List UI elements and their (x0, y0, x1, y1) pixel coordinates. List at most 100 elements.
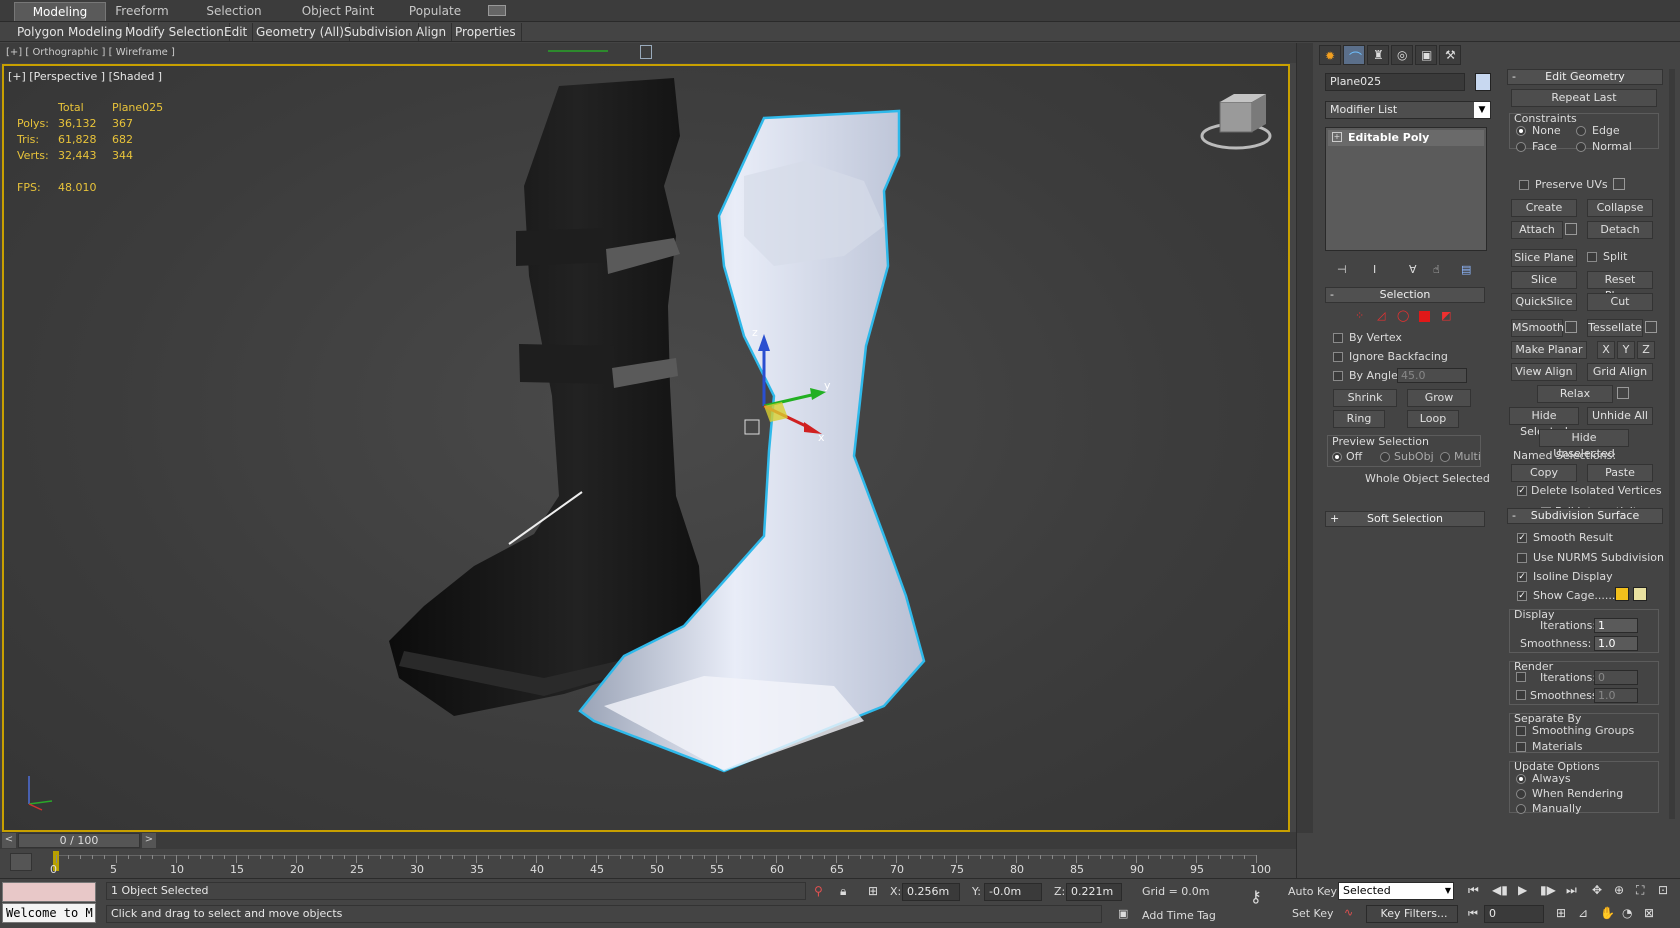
track-bar[interactable]: 0 5 10 15 20 25 30 35 40 45 50 55 60 65 70 75 80 85 90 95 10… (0, 849, 1296, 877)
object-name-field[interactable]: Plane025 (1325, 73, 1465, 91)
perspective-viewport[interactable]: [+] [Perspective ] [Shaded ] Total Plane… (2, 64, 1290, 832)
polygon-icon[interactable] (1419, 311, 1430, 322)
grid-align-button[interactable]: Grid Align (1587, 363, 1653, 381)
copy-button[interactable]: Copy (1511, 464, 1577, 482)
modify-panel-icon[interactable]: ⌒ (1343, 45, 1365, 67)
utilities-panel-icon[interactable]: ⚒ (1439, 45, 1461, 65)
show-cage-checkbox[interactable]: ✓ (1517, 591, 1527, 601)
make-planar-button[interactable]: Make Planar (1511, 341, 1587, 359)
by-vertex-checkbox[interactable] (1333, 333, 1343, 343)
vertex-icon[interactable]: ⁘ (1355, 309, 1364, 322)
preview-multi-radio[interactable] (1440, 452, 1450, 462)
split-checkbox[interactable] (1587, 252, 1597, 262)
planar-y-button[interactable]: Y (1617, 341, 1635, 359)
render-smoothness-checkbox[interactable] (1516, 690, 1526, 700)
planar-z-button[interactable]: Z (1637, 341, 1655, 359)
relax-button[interactable]: Relax (1537, 385, 1613, 403)
render-iterations-checkbox[interactable] (1516, 672, 1526, 682)
isoline-display-checkbox[interactable]: ✓ (1517, 572, 1527, 582)
subdivision-surface-rollout-header[interactable]: - Subdivision Surface (1507, 508, 1663, 524)
modifier-list-dropdown[interactable]: Modifier List ▼ (1325, 101, 1491, 119)
key-mode-curve-icon[interactable]: ∿ (1344, 906, 1353, 919)
msmooth-button[interactable]: MSmooth (1511, 319, 1564, 337)
selection-rollout-header[interactable]: - Selection (1325, 287, 1485, 303)
motion-panel-icon[interactable]: ◎ (1391, 45, 1413, 65)
attach-button[interactable]: Attach (1511, 221, 1563, 239)
loop-button[interactable]: Loop (1407, 410, 1459, 428)
time-config-icon[interactable]: ⊞ (1556, 906, 1566, 920)
constraint-face-radio[interactable] (1516, 142, 1526, 152)
panel-geometry-all[interactable]: Geometry (All) (251, 23, 350, 41)
pin-stack-icon[interactable]: ⊣ (1337, 263, 1347, 276)
next-frame-arrow[interactable]: > (142, 833, 156, 848)
smoothing-groups-checkbox[interactable] (1516, 726, 1526, 736)
cage-selection-color-swatch[interactable] (1633, 587, 1647, 601)
edge-icon[interactable]: ◿ (1377, 309, 1385, 322)
key-selection-dropdown[interactable]: Selected ▼ (1338, 882, 1454, 900)
smooth-result-checkbox[interactable]: ✓ (1517, 533, 1527, 543)
set-keys-icon[interactable]: ⚷ (1250, 887, 1262, 906)
add-time-tag-button[interactable]: Add Time Tag (1142, 909, 1216, 922)
cage-color-swatch[interactable] (1615, 587, 1629, 601)
maxscript-listener-mini[interactable] (2, 882, 96, 902)
tessellate-settings-icon[interactable] (1645, 321, 1657, 333)
render-smoothness-spinner[interactable]: 1.0 (1594, 688, 1638, 703)
current-frame-field[interactable]: 0 (1484, 905, 1544, 923)
pan-icon[interactable]: ✋ (1600, 906, 1615, 920)
unhide-all-button[interactable]: Unhide All (1587, 407, 1653, 425)
absolute-mode-icon[interactable]: ⊞ (868, 884, 878, 898)
play-icon[interactable]: ▶ (1518, 883, 1527, 897)
go-to-end-icon[interactable]: ⏭ (1566, 883, 1577, 898)
viewcube-icon[interactable] (1200, 94, 1272, 150)
detach-button[interactable]: Detach (1587, 221, 1653, 239)
ortho-viewport-label[interactable]: [+] [ Orthographic ] [ Wireframe ] (6, 47, 175, 58)
go-to-start-icon[interactable]: ⏮ (1468, 883, 1479, 898)
previous-frame-icon[interactable]: ◀▮ (1492, 883, 1508, 897)
remove-modifier-icon[interactable]: ☝ (1433, 263, 1440, 276)
edit-geometry-rollout-header[interactable]: - Edit Geometry (1507, 69, 1663, 85)
next-frame-icon[interactable]: ▮▶ (1540, 883, 1556, 897)
panel-align[interactable]: Align (411, 23, 453, 41)
border-icon[interactable]: ◯ (1397, 309, 1409, 322)
isolate-selection-icon[interactable]: ⚲ (814, 884, 823, 898)
attach-settings-icon[interactable] (1565, 223, 1577, 235)
command-panel-scrollbar[interactable] (1669, 69, 1675, 819)
display-iterations-spinner[interactable]: 1 (1594, 618, 1638, 633)
preview-subobj-radio[interactable] (1380, 452, 1390, 462)
reset-plane-button[interactable]: Reset Plane (1587, 271, 1653, 302)
preview-off-radio[interactable] (1332, 452, 1342, 462)
render-iterations-spinner[interactable]: 0 (1594, 670, 1638, 685)
planar-x-button[interactable]: X (1597, 341, 1615, 359)
preserve-uvs-settings-icon[interactable] (1613, 178, 1625, 190)
msmooth-settings-icon[interactable] (1565, 321, 1577, 333)
by-angle-spinner[interactable]: 45.0 (1397, 368, 1467, 383)
tab-freeform[interactable]: Freeform (104, 2, 180, 21)
shrink-button[interactable]: Shrink (1333, 389, 1397, 407)
ring-button[interactable]: Ring (1333, 410, 1385, 428)
quickslice-button[interactable]: QuickSlice (1511, 293, 1577, 311)
display-panel-icon[interactable]: ▣ (1415, 45, 1437, 65)
view-align-button[interactable]: View Align (1511, 363, 1577, 381)
modifier-stack[interactable]: + Editable Poly (1325, 127, 1487, 251)
show-end-result-icon[interactable]: I (1373, 263, 1376, 276)
hierarchy-panel-icon[interactable]: ♜ (1367, 45, 1389, 65)
delete-isolated-checkbox[interactable]: ✓ (1517, 486, 1527, 496)
key-filters-button[interactable]: Key Filters... (1366, 905, 1458, 923)
scene-models[interactable]: y x z (4, 66, 1288, 830)
auto-key-button[interactable]: Auto Key (1288, 885, 1337, 898)
maximize-viewport-icon[interactable]: ⊡ (1658, 883, 1668, 897)
constraint-edge-radio[interactable] (1576, 126, 1586, 136)
collapse-button[interactable]: Collapse (1587, 199, 1653, 217)
by-angle-checkbox[interactable] (1333, 371, 1343, 381)
panel-properties[interactable]: Properties (450, 23, 522, 41)
panel-edit[interactable]: Edit (219, 23, 254, 41)
object-color-swatch[interactable] (1475, 73, 1491, 91)
y-coord-field[interactable]: -0.0m (984, 883, 1042, 901)
x-coord-field[interactable]: 0.256m (902, 883, 960, 901)
maximize-toggle-icon[interactable]: ⊠ (1644, 906, 1654, 920)
tab-object-paint[interactable]: Object Paint (290, 2, 386, 21)
zoom-icon[interactable]: ⊕ (1614, 883, 1624, 897)
zoom-extents-all-icon[interactable]: ⛶ (1636, 883, 1644, 898)
field-of-view-icon[interactable]: ⊿ (1578, 906, 1588, 920)
time-tag-icon[interactable]: ▣ (1118, 907, 1128, 920)
